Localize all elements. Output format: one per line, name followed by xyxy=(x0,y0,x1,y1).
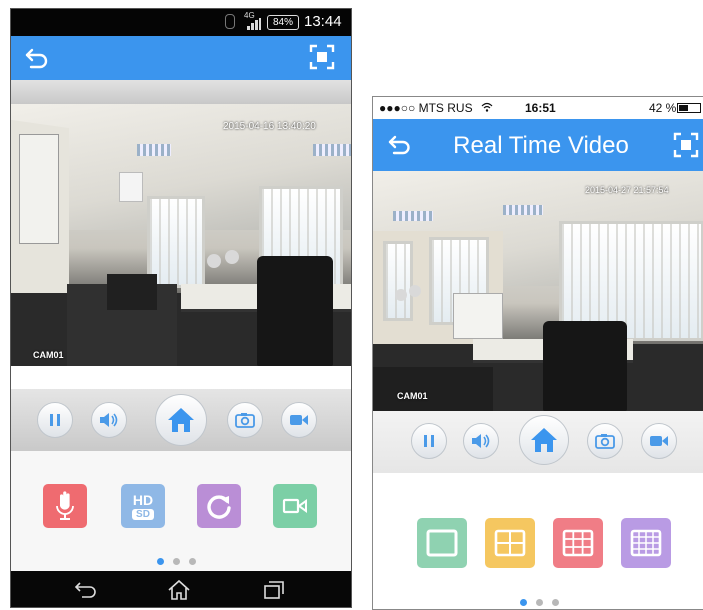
system-back-icon[interactable] xyxy=(74,580,98,600)
home-button[interactable] xyxy=(155,394,207,446)
home-icon xyxy=(168,408,194,432)
status-time: 13:44 xyxy=(304,13,342,30)
page-indicator[interactable] xyxy=(157,558,196,565)
fullscreen-icon[interactable] xyxy=(309,44,335,70)
status-time: 16:51 xyxy=(525,101,556,115)
pause-icon xyxy=(50,414,60,426)
camera-icon xyxy=(235,413,255,428)
sixteen-view-icon xyxy=(630,529,662,557)
snapshot-button[interactable] xyxy=(227,402,263,438)
nine-view-icon xyxy=(562,529,594,557)
hd-sd-toggle[interactable]: HD SD xyxy=(121,484,165,528)
microphone-icon xyxy=(56,491,74,520)
layout-4-button[interactable] xyxy=(485,518,535,568)
video-camera-icon xyxy=(650,436,668,446)
page-dot[interactable] xyxy=(173,558,180,565)
record-button[interactable] xyxy=(641,423,677,459)
system-home-icon[interactable] xyxy=(167,579,191,601)
local-record-button[interactable] xyxy=(273,484,317,528)
page-title: Real Time Video xyxy=(453,132,629,159)
ios-phone: ●●●○○ MTS RUS 16:51 42 % Real Time Video xyxy=(372,96,703,610)
speaker-icon xyxy=(472,434,490,448)
fullscreen-icon[interactable] xyxy=(673,132,699,158)
record-button[interactable] xyxy=(281,402,317,438)
hd-label: HD xyxy=(132,491,154,508)
page-dot[interactable] xyxy=(520,599,527,606)
camera-name: CAM01 xyxy=(33,350,64,360)
refresh-icon xyxy=(207,495,231,519)
layout-9-button[interactable] xyxy=(553,518,603,568)
video-timestamp: 2015-04-16 13:40:20 xyxy=(223,121,316,132)
pause-button[interactable] xyxy=(411,423,447,459)
status-bar: ●●●○○ MTS RUS 16:51 42 % xyxy=(373,97,703,119)
signal-icon xyxy=(247,18,261,30)
sd-label: SD xyxy=(132,508,154,520)
nav-bar: Real Time Video xyxy=(373,119,703,171)
layout-panel xyxy=(373,473,703,609)
status-bar: 4G 84% 13:44 xyxy=(11,9,351,36)
camera-name: CAM01 xyxy=(397,391,428,401)
rotate-button[interactable] xyxy=(197,484,241,528)
carrier-label: ●●●○○ MTS RUS xyxy=(379,101,473,115)
battery-indicator: 84% xyxy=(267,15,299,30)
battery-icon xyxy=(677,103,701,113)
pause-icon xyxy=(424,435,434,447)
single-view-icon xyxy=(426,529,458,557)
playback-controls xyxy=(373,411,703,473)
video-recorder-icon xyxy=(282,498,307,514)
android-system-bar xyxy=(11,571,351,607)
quad-view-icon xyxy=(494,529,526,557)
layout-16-button[interactable] xyxy=(621,518,671,568)
system-recents-icon[interactable] xyxy=(263,580,285,600)
speaker-icon xyxy=(100,413,118,427)
battery-percent: 42 % xyxy=(649,101,677,115)
nav-bar xyxy=(11,36,351,80)
volume-button[interactable] xyxy=(463,423,499,459)
camera-icon xyxy=(595,434,615,449)
layout-1-button[interactable] xyxy=(417,518,467,568)
back-arrow-icon[interactable] xyxy=(23,44,51,72)
playback-controls xyxy=(11,389,351,451)
page-dot[interactable] xyxy=(536,599,543,606)
page-dot[interactable] xyxy=(189,558,196,565)
home-icon xyxy=(531,428,557,452)
home-button[interactable] xyxy=(519,415,569,465)
volume-button[interactable] xyxy=(91,402,127,438)
live-video[interactable]: 2015-04-27 21:57:54 CAM01 xyxy=(373,171,703,411)
video-camera-icon xyxy=(290,415,308,425)
page-dot[interactable] xyxy=(552,599,559,606)
feature-panel: HD SD xyxy=(11,451,351,571)
wifi-icon xyxy=(481,102,493,112)
bluetooth-icon xyxy=(225,14,235,29)
video-header-strip xyxy=(11,80,351,104)
video-timestamp: 2015-04-27 21:57:54 xyxy=(585,185,669,195)
page-dot[interactable] xyxy=(157,558,164,565)
live-video[interactable]: 2015-04-16 13:40:20 CAM01 xyxy=(11,104,351,366)
pause-button[interactable] xyxy=(37,402,73,438)
video-footer xyxy=(11,366,351,389)
snapshot-button[interactable] xyxy=(587,423,623,459)
android-phone: 4G 84% 13:44 2015-04-16 13:40:20 CAM01 H… xyxy=(10,8,352,608)
talk-button[interactable] xyxy=(43,484,87,528)
page-indicator[interactable] xyxy=(520,599,559,606)
